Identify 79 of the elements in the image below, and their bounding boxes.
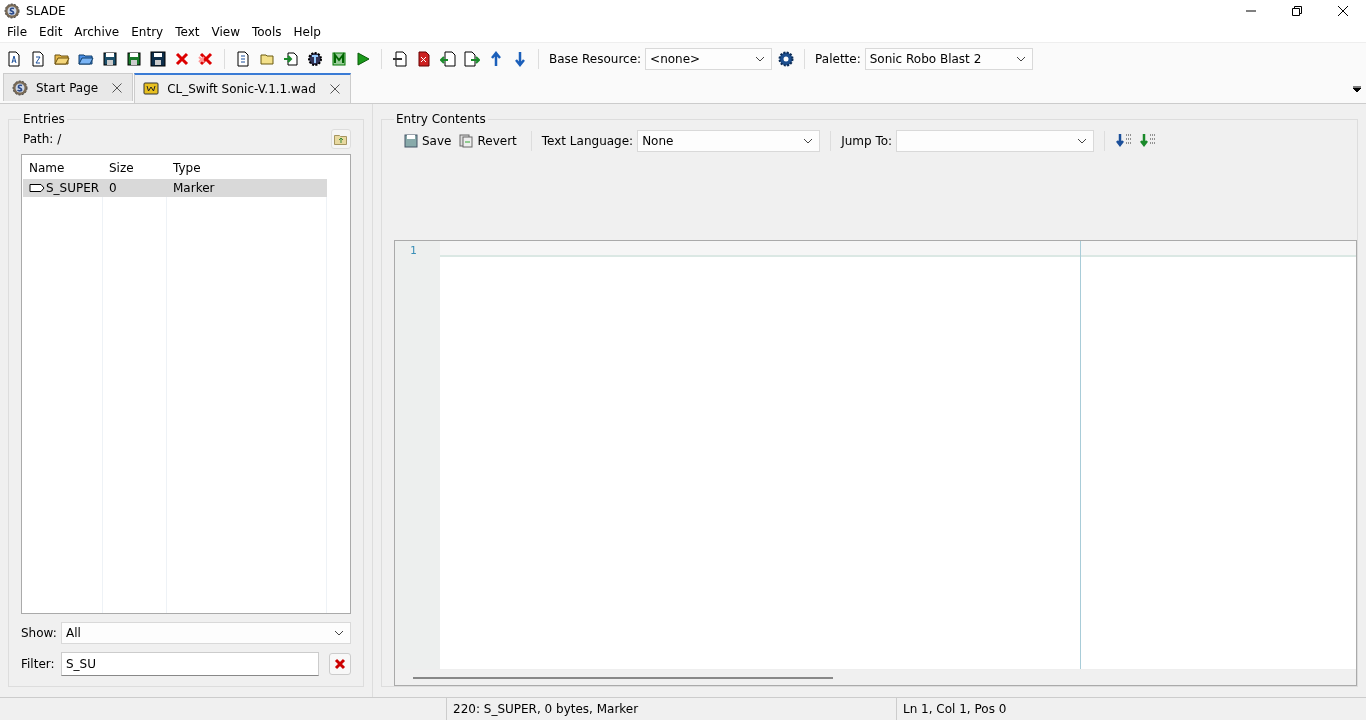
new-document-icon[interactable] <box>6 50 22 67</box>
restore-icon <box>1292 6 1302 16</box>
close-icon <box>1338 6 1348 16</box>
close-icon[interactable] <box>112 82 123 93</box>
column-header[interactable]: Size <box>103 161 167 175</box>
down-arrow-icon[interactable] <box>512 50 528 67</box>
gear-logo-icon <box>4 3 20 19</box>
dropdown-arrow-icon[interactable] <box>1353 86 1361 92</box>
group-title: Entries <box>22 112 66 126</box>
text-language-dropdown[interactable]: None <box>637 130 821 152</box>
window-title: SLADE <box>26 4 66 18</box>
tab[interactable]: CL_Swift Sonic-V.1.1.wad <box>134 73 351 103</box>
archive-icon <box>143 81 160 97</box>
group-title: Entry Contents <box>395 112 487 126</box>
save-icon[interactable] <box>126 50 142 67</box>
import-icon[interactable] <box>440 50 456 67</box>
up-arrow-icon[interactable] <box>488 50 504 67</box>
folder-up-icon <box>334 133 348 145</box>
column-header[interactable]: Name <box>23 161 103 175</box>
show-label: Show: <box>21 626 55 640</box>
menu-item[interactable]: Edit <box>34 25 68 39</box>
menu-item[interactable]: File <box>2 25 33 39</box>
palette-dropdown[interactable]: Sonic Robo Blast 2 <box>864 47 1033 70</box>
menu-item[interactable]: Help <box>288 25 326 39</box>
table-cell: Marker <box>173 181 215 195</box>
chevron-down-icon <box>334 630 344 636</box>
export-icon[interactable] <box>464 50 480 67</box>
revert-button[interactable]: Revert <box>455 134 521 148</box>
base-resource-label: Base Resource: <box>549 51 642 66</box>
show-dropdown[interactable]: All <box>61 622 351 644</box>
document-icon[interactable] <box>392 50 408 67</box>
jump-to-label: Jump To: <box>841 134 893 148</box>
play-icon[interactable] <box>355 50 371 67</box>
marker-icon <box>29 184 45 192</box>
documents-icon <box>459 134 474 148</box>
document-icon[interactable] <box>235 50 251 67</box>
delete-icon[interactable] <box>416 50 432 67</box>
close-icon[interactable] <box>174 50 190 67</box>
filter-label: Filter: <box>21 657 55 671</box>
gear-icon[interactable] <box>307 50 323 67</box>
status-text: Ln 1, Col 1, Pos 0 <box>896 698 1007 720</box>
gear-logo-icon <box>12 79 28 96</box>
menu-item[interactable]: Tools <box>246 25 287 39</box>
save-button[interactable]: Save <box>400 134 456 148</box>
close-icon <box>334 658 346 670</box>
line-number: 1 <box>409 244 418 257</box>
close-icon[interactable] <box>329 84 340 94</box>
chevron-down-icon <box>1015 55 1026 62</box>
clear-filter-button[interactable] <box>329 653 351 675</box>
list-row[interactable]: S_SUPER 0 Marker <box>23 179 327 197</box>
filter-field[interactable]: S_SU <box>61 652 319 676</box>
tab[interactable]: Start Page <box>3 73 134 101</box>
save-icon[interactable] <box>102 50 118 67</box>
close-icon[interactable] <box>198 50 214 67</box>
path-label: Path: / <box>23 132 62 146</box>
status-text: 220: S_SUPER, 0 bytes, Marker <box>446 698 896 720</box>
menu-item[interactable]: Entry <box>126 25 169 39</box>
text-language-label: Text Language: <box>541 134 634 148</box>
menu-item[interactable]: Text <box>170 25 205 39</box>
map-icon[interactable] <box>331 50 347 67</box>
chevron-down-icon <box>1077 138 1088 144</box>
base-resource-dropdown[interactable]: <none> <box>645 47 773 70</box>
chevron-down-icon <box>755 55 766 62</box>
chevron-down-icon <box>803 138 814 144</box>
table-cell: 0 <box>109 181 117 195</box>
menu-item[interactable]: Archive <box>69 25 125 39</box>
gear-icon[interactable] <box>778 50 795 67</box>
sort-down-icon[interactable] <box>1139 133 1158 149</box>
folder-up-button[interactable] <box>331 129 351 149</box>
new-document-icon[interactable] <box>30 50 46 67</box>
save-icon <box>404 134 418 148</box>
sort-down-icon[interactable] <box>1115 133 1134 149</box>
menu-item[interactable]: View <box>206 25 245 39</box>
table-cell: S_SUPER <box>46 181 100 195</box>
column-header[interactable]: Type <box>167 161 327 175</box>
import-icon[interactable] <box>283 50 299 67</box>
palette-label: Palette: <box>815 51 861 66</box>
save-icon[interactable] <box>150 50 166 67</box>
scrollbar-thumb[interactable] <box>413 677 833 679</box>
